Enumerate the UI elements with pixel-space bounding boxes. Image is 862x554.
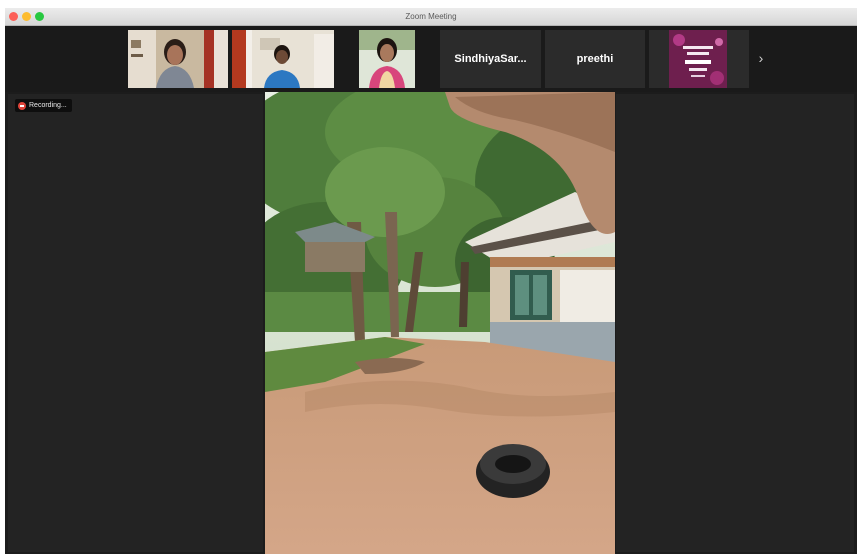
active-speaker-video[interactable] [265,92,615,554]
empty-video-panel: Recording... [8,94,263,552]
recording-icon [18,101,26,110]
video-frame [265,92,615,554]
participant-video [232,30,334,88]
participant-name: preethi [576,53,614,65]
participant-tile[interactable] [128,30,228,88]
participant-tile[interactable] [649,30,749,88]
chevron-right-icon[interactable]: › [753,50,769,70]
empty-video-panel [616,94,854,552]
meeting-stage: Recording... [5,92,857,554]
window-title: Zoom Meeting [405,12,457,21]
participant-video [649,30,749,88]
participant-tile[interactable] [359,30,415,88]
participant-name: SindhiyaSar... [454,53,527,65]
participant-video [128,30,228,88]
zoom-window: Zoom Meeting SindhiyaSar... preethi › Re… [5,8,857,554]
recording-indicator[interactable]: Recording... [15,99,72,112]
participant-tile[interactable]: preethi [545,30,645,88]
participant-tile[interactable]: SindhiyaSar... [440,30,541,88]
recording-label: Recording... [29,102,67,109]
title-bar: Zoom Meeting [5,8,857,26]
participant-video [359,30,415,88]
participant-strip: SindhiyaSar... preethi › [5,26,857,92]
participant-tile[interactable] [232,30,334,88]
